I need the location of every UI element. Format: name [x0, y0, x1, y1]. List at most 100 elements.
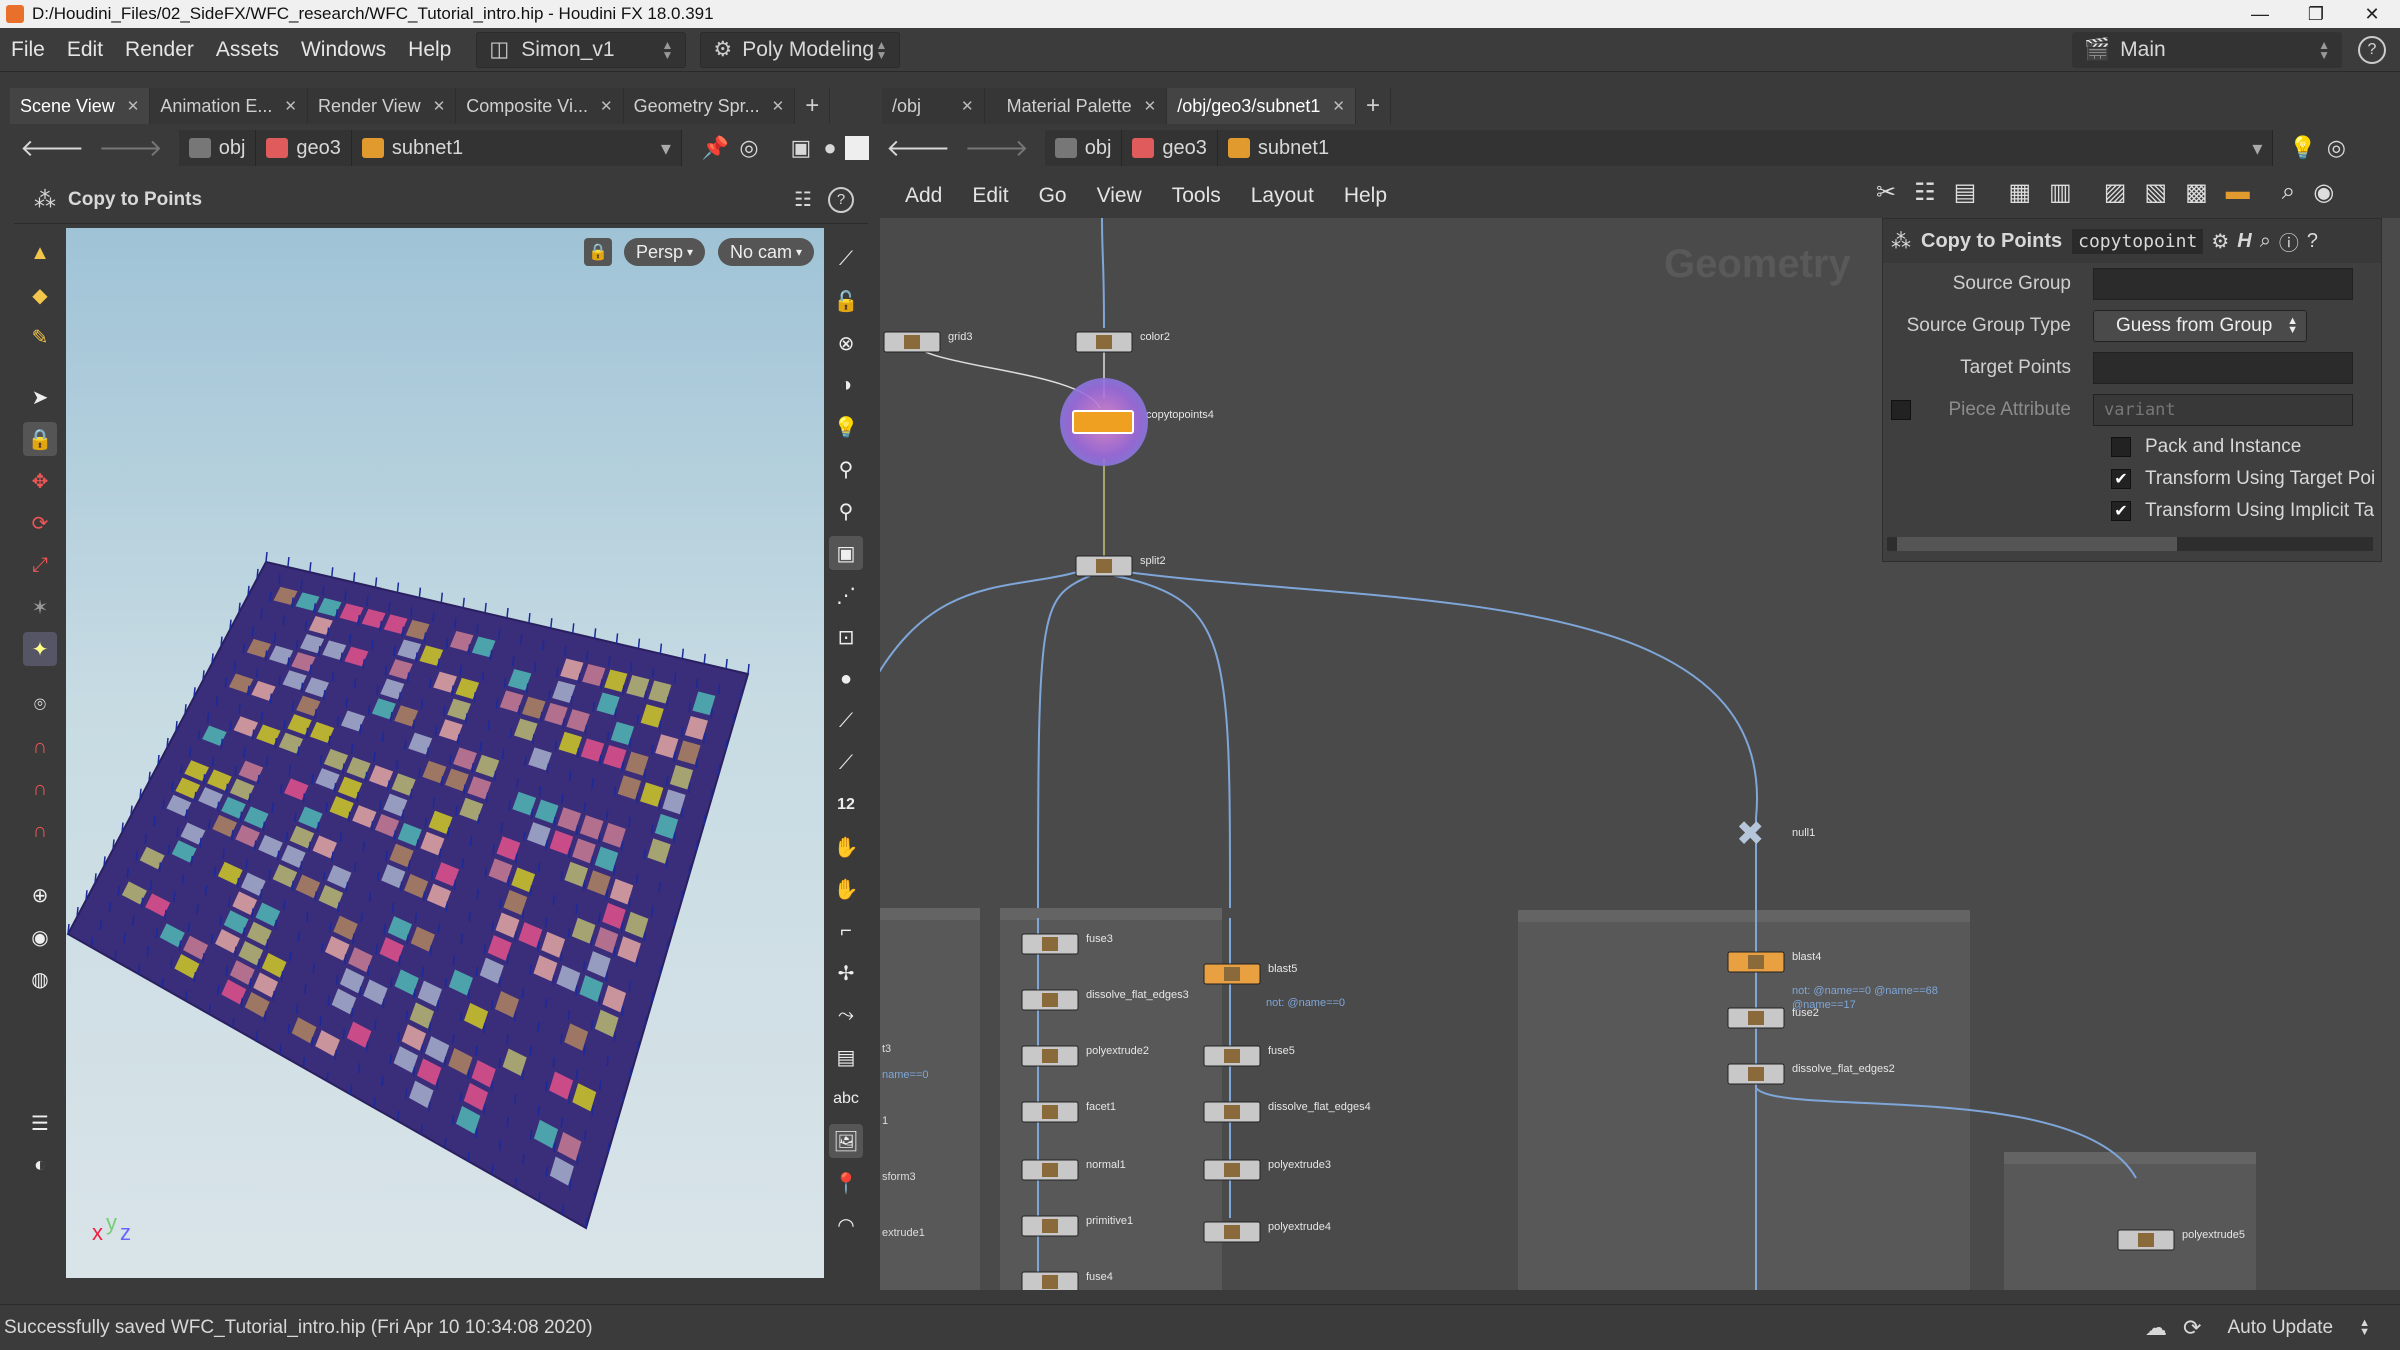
magnet-icon[interactable]: ⌾	[23, 688, 57, 722]
text-icon[interactable]: abc	[829, 1082, 863, 1116]
piece-attribute-toggle[interactable]	[1891, 400, 1911, 420]
crumb-subnet1[interactable]: subnet1 ▾	[1217, 130, 2274, 166]
copytopoints-node-body[interactable]	[1072, 410, 1134, 434]
search-icon[interactable]: ⌕	[2282, 178, 2295, 207]
close-icon[interactable]: ✕	[284, 97, 297, 115]
table-icon[interactable]: ▥	[2049, 178, 2072, 207]
crumb-obj[interactable]: obj	[1044, 130, 1123, 166]
background-icon[interactable]	[844, 136, 869, 160]
net-menu-help[interactable]: Help	[1329, 184, 1402, 208]
move-icon[interactable]: ✥	[23, 464, 57, 498]
cube-icon[interactable]: ▣	[829, 536, 863, 570]
3d-viewport[interactable]: x y z 🔒 Persp ▾ No cam ▾	[66, 228, 824, 1278]
numbers-icon[interactable]: 12	[829, 788, 863, 822]
maximize-button[interactable]: ❐	[2288, 4, 2344, 25]
image-icon[interactable]: 🖼	[829, 1124, 863, 1158]
tab-scene-view[interactable]: Scene View ✕	[10, 88, 151, 124]
viewport-lock-icon[interactable]: 🔒	[584, 238, 612, 266]
link-icon[interactable]: ◎	[2327, 135, 2346, 161]
forward-arrow-icon[interactable]: 🡒	[964, 133, 1028, 163]
minimize-button[interactable]: —	[2232, 4, 2288, 25]
pin-icon[interactable]: 📌	[702, 135, 729, 161]
normals-icon[interactable]: ⟋	[829, 704, 863, 738]
tab-obj[interactable]: /obj ✕	[882, 88, 985, 124]
layer-icon[interactable]: ▤	[829, 1040, 863, 1074]
paint-icon[interactable]: ✎	[23, 320, 57, 354]
crumb-subnet1[interactable]: subnet1 ▾	[351, 130, 682, 166]
list-icon[interactable]: ▤	[1954, 178, 1977, 207]
close-icon[interactable]: ✕	[433, 97, 446, 115]
close-icon[interactable]: ✕	[600, 97, 613, 115]
headlight-icon[interactable]: ◑	[829, 368, 863, 402]
help-icon[interactable]: ?	[2307, 230, 2318, 253]
transform-target-checkbox[interactable]: ✔	[2111, 469, 2131, 489]
menu-help[interactable]: Help	[397, 38, 462, 62]
param-scrollbar[interactable]	[1887, 537, 2373, 551]
piece-attribute-field[interactable]: variant	[2093, 394, 2353, 426]
close-icon[interactable]: ✕	[1144, 97, 1157, 115]
point-display-icon[interactable]: ●	[829, 662, 863, 696]
light-icon[interactable]: 💡	[829, 410, 863, 444]
source-group-type-select[interactable]: Guess from Group ▲ ▼	[2093, 310, 2307, 342]
net-menu-tools[interactable]: Tools	[1157, 184, 1236, 208]
handle-icon[interactable]: ▲	[23, 236, 57, 270]
hda-icon[interactable]: H	[2237, 230, 2251, 253]
lock-camera-icon[interactable]: 🔓	[829, 284, 863, 318]
tree-icon[interactable]: ☷	[1914, 178, 1936, 207]
sphere-icon[interactable]: ◐	[23, 1148, 57, 1182]
wrench-icon[interactable]: ✂	[1876, 178, 1896, 207]
snap-icon[interactable]: ◆	[23, 278, 57, 312]
net-menu-add[interactable]: Add	[890, 184, 957, 208]
rotate-icon[interactable]: ⟳	[23, 506, 57, 540]
render-icon[interactable]: ◍	[23, 962, 57, 996]
bend-icon[interactable]: ⌐	[829, 914, 863, 948]
light2-icon[interactable]: ⚲	[829, 452, 863, 486]
view-tool-icon[interactable]: ⊕	[23, 878, 57, 912]
back-arrow-icon[interactable]: 🡐	[886, 133, 950, 163]
brush-icon[interactable]: ✋	[829, 830, 863, 864]
persp-menu[interactable]: Persp ▾	[624, 238, 706, 266]
tab-geometry-spreadsheet[interactable]: Geometry Spr... ✕	[623, 88, 796, 124]
location-icon[interactable]: 📍	[829, 1166, 863, 1200]
shelf-set-selector[interactable]: ⚙ Poly Modeling ▲ ▼	[700, 31, 901, 68]
help-icon[interactable]: ?	[828, 186, 854, 213]
source-group-field[interactable]	[2093, 268, 2353, 300]
desktop-selector[interactable]: ◫ Simon_v1 ▲ ▼	[476, 31, 687, 68]
help-icon[interactable]: ?	[2358, 35, 2386, 64]
menu-windows[interactable]: Windows	[290, 38, 397, 62]
net-menu-view[interactable]: View	[1082, 184, 1157, 208]
close-icon[interactable]: ✕	[961, 97, 974, 115]
menu-file[interactable]: File	[0, 38, 56, 62]
tab-animation-editor[interactable]: Animation E... ✕	[150, 88, 308, 124]
crumb-geo3[interactable]: geo3	[256, 130, 352, 166]
image-icon[interactable]: ▩	[2185, 178, 2208, 207]
snap-point-icon[interactable]: ∩	[23, 814, 57, 848]
add-tab-button[interactable]: +	[795, 88, 831, 124]
camera-menu[interactable]: No cam ▾	[718, 238, 815, 266]
close-icon[interactable]: ✕	[1332, 97, 1345, 115]
layers-icon[interactable]: ☰	[23, 1106, 57, 1140]
close-button[interactable]: ✕	[2344, 4, 2400, 25]
clear-icon[interactable]: ⊗	[829, 326, 863, 360]
brush2-icon[interactable]: ✋	[829, 872, 863, 906]
shading-icon[interactable]: ●	[823, 135, 836, 161]
state-icon[interactable]: ✦	[23, 632, 57, 666]
display-options-icon[interactable]: ⟋	[829, 242, 863, 276]
select-arrow-icon[interactable]: ➤	[23, 380, 57, 414]
grid-icon[interactable]: ▦	[2008, 178, 2031, 207]
transform-icon[interactable]: ✢	[829, 956, 863, 990]
crumb-geo3[interactable]: geo3	[1122, 130, 1218, 166]
pose-icon[interactable]: ✶	[23, 590, 57, 624]
gear-icon[interactable]: ⚙	[2211, 229, 2229, 254]
menu-edit[interactable]: Edit	[56, 38, 114, 62]
pivot-icon[interactable]: ⤳	[829, 998, 863, 1032]
viewer-options-icon[interactable]: ☷	[794, 187, 812, 212]
snap-grid-icon[interactable]: ∩	[23, 730, 57, 764]
target-points-field[interactable]	[2093, 352, 2353, 384]
display-icon[interactable]: ▣	[791, 135, 812, 161]
net-menu-layout[interactable]: Layout	[1236, 184, 1329, 208]
search-icon[interactable]: ⌕	[2260, 230, 2271, 253]
forward-arrow-icon[interactable]: 🡒	[98, 133, 162, 163]
tab-subnet1[interactable]: /obj/geo3/subnet1 ✕	[1167, 88, 1356, 124]
link-icon[interactable]: ◎	[739, 135, 758, 161]
